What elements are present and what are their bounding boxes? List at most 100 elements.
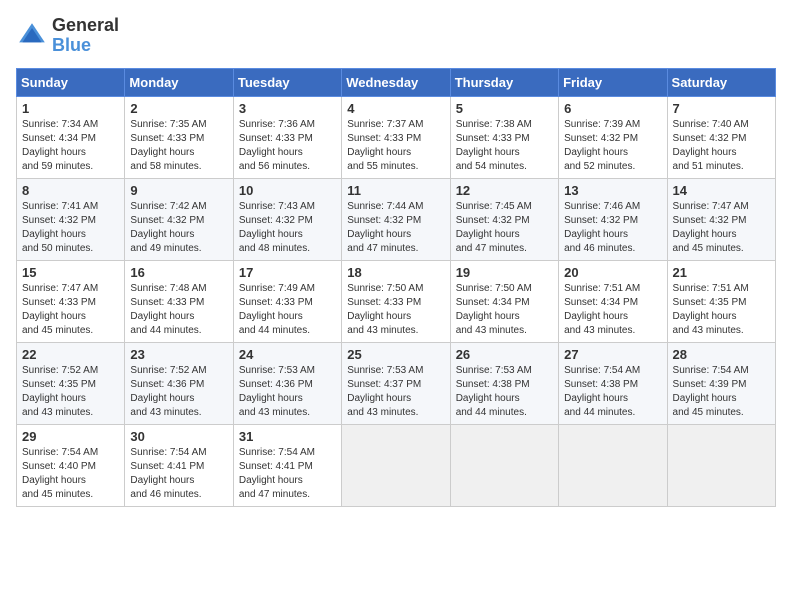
calendar-cell: 2 Sunrise: 7:35 AMSunset: 4:33 PMDayligh… [125, 96, 233, 178]
day-number: 16 [130, 265, 227, 280]
day-detail: Sunrise: 7:46 AMSunset: 4:32 PMDaylight … [564, 201, 640, 254]
calendar-cell [667, 424, 775, 506]
day-number: 3 [239, 101, 336, 116]
day-number: 21 [673, 265, 770, 280]
day-number: 1 [22, 101, 119, 116]
calendar-header-row: SundayMondayTuesdayWednesdayThursdayFrid… [17, 68, 776, 96]
day-detail: Sunrise: 7:36 AMSunset: 4:33 PMDaylight … [239, 119, 315, 172]
calendar-cell: 19 Sunrise: 7:50 AMSunset: 4:34 PMDaylig… [450, 260, 558, 342]
calendar-cell [450, 424, 558, 506]
day-number: 17 [239, 265, 336, 280]
day-number: 23 [130, 347, 227, 362]
calendar-cell: 22 Sunrise: 7:52 AMSunset: 4:35 PMDaylig… [17, 342, 125, 424]
day-number: 7 [673, 101, 770, 116]
calendar-cell: 7 Sunrise: 7:40 AMSunset: 4:32 PMDayligh… [667, 96, 775, 178]
day-number: 26 [456, 347, 553, 362]
calendar-cell: 15 Sunrise: 7:47 AMSunset: 4:33 PMDaylig… [17, 260, 125, 342]
calendar-cell: 21 Sunrise: 7:51 AMSunset: 4:35 PMDaylig… [667, 260, 775, 342]
day-detail: Sunrise: 7:47 AMSunset: 4:32 PMDaylight … [673, 201, 749, 254]
weekday-header-friday: Friday [559, 68, 667, 96]
calendar-cell: 28 Sunrise: 7:54 AMSunset: 4:39 PMDaylig… [667, 342, 775, 424]
weekday-header-wednesday: Wednesday [342, 68, 450, 96]
day-number: 24 [239, 347, 336, 362]
day-number: 19 [456, 265, 553, 280]
day-number: 28 [673, 347, 770, 362]
calendar-cell: 27 Sunrise: 7:54 AMSunset: 4:38 PMDaylig… [559, 342, 667, 424]
calendar-cell: 13 Sunrise: 7:46 AMSunset: 4:32 PMDaylig… [559, 178, 667, 260]
calendar-cell: 24 Sunrise: 7:53 AMSunset: 4:36 PMDaylig… [233, 342, 341, 424]
day-detail: Sunrise: 7:51 AMSunset: 4:34 PMDaylight … [564, 283, 640, 336]
calendar-cell: 8 Sunrise: 7:41 AMSunset: 4:32 PMDayligh… [17, 178, 125, 260]
logo-text: General Blue [52, 16, 119, 56]
calendar-week-2: 8 Sunrise: 7:41 AMSunset: 4:32 PMDayligh… [17, 178, 776, 260]
day-detail: Sunrise: 7:49 AMSunset: 4:33 PMDaylight … [239, 283, 315, 336]
day-detail: Sunrise: 7:42 AMSunset: 4:32 PMDaylight … [130, 201, 206, 254]
day-detail: Sunrise: 7:51 AMSunset: 4:35 PMDaylight … [673, 283, 749, 336]
day-detail: Sunrise: 7:53 AMSunset: 4:38 PMDaylight … [456, 365, 532, 418]
calendar-cell: 23 Sunrise: 7:52 AMSunset: 4:36 PMDaylig… [125, 342, 233, 424]
weekday-header-sunday: Sunday [17, 68, 125, 96]
day-detail: Sunrise: 7:44 AMSunset: 4:32 PMDaylight … [347, 201, 423, 254]
day-number: 10 [239, 183, 336, 198]
day-detail: Sunrise: 7:39 AMSunset: 4:32 PMDaylight … [564, 119, 640, 172]
day-detail: Sunrise: 7:54 AMSunset: 4:41 PMDaylight … [130, 447, 206, 500]
day-detail: Sunrise: 7:52 AMSunset: 4:35 PMDaylight … [22, 365, 98, 418]
day-detail: Sunrise: 7:35 AMSunset: 4:33 PMDaylight … [130, 119, 206, 172]
day-detail: Sunrise: 7:54 AMSunset: 4:38 PMDaylight … [564, 365, 640, 418]
day-number: 14 [673, 183, 770, 198]
weekday-header-saturday: Saturday [667, 68, 775, 96]
weekday-header-monday: Monday [125, 68, 233, 96]
calendar-cell: 5 Sunrise: 7:38 AMSunset: 4:33 PMDayligh… [450, 96, 558, 178]
day-detail: Sunrise: 7:38 AMSunset: 4:33 PMDaylight … [456, 119, 532, 172]
calendar-week-1: 1 Sunrise: 7:34 AMSunset: 4:34 PMDayligh… [17, 96, 776, 178]
calendar-cell: 11 Sunrise: 7:44 AMSunset: 4:32 PMDaylig… [342, 178, 450, 260]
day-number: 20 [564, 265, 661, 280]
calendar-week-4: 22 Sunrise: 7:52 AMSunset: 4:35 PMDaylig… [17, 342, 776, 424]
calendar-cell: 6 Sunrise: 7:39 AMSunset: 4:32 PMDayligh… [559, 96, 667, 178]
day-number: 27 [564, 347, 661, 362]
day-detail: Sunrise: 7:47 AMSunset: 4:33 PMDaylight … [22, 283, 98, 336]
day-number: 15 [22, 265, 119, 280]
calendar-cell: 9 Sunrise: 7:42 AMSunset: 4:32 PMDayligh… [125, 178, 233, 260]
calendar-cell: 1 Sunrise: 7:34 AMSunset: 4:34 PMDayligh… [17, 96, 125, 178]
day-detail: Sunrise: 7:50 AMSunset: 4:33 PMDaylight … [347, 283, 423, 336]
day-detail: Sunrise: 7:43 AMSunset: 4:32 PMDaylight … [239, 201, 315, 254]
calendar-cell: 10 Sunrise: 7:43 AMSunset: 4:32 PMDaylig… [233, 178, 341, 260]
day-number: 11 [347, 183, 444, 198]
day-detail: Sunrise: 7:40 AMSunset: 4:32 PMDaylight … [673, 119, 749, 172]
calendar-cell: 20 Sunrise: 7:51 AMSunset: 4:34 PMDaylig… [559, 260, 667, 342]
calendar-cell: 16 Sunrise: 7:48 AMSunset: 4:33 PMDaylig… [125, 260, 233, 342]
calendar-cell: 31 Sunrise: 7:54 AMSunset: 4:41 PMDaylig… [233, 424, 341, 506]
calendar-week-5: 29 Sunrise: 7:54 AMSunset: 4:40 PMDaylig… [17, 424, 776, 506]
day-number: 6 [564, 101, 661, 116]
day-number: 22 [22, 347, 119, 362]
calendar-cell: 12 Sunrise: 7:45 AMSunset: 4:32 PMDaylig… [450, 178, 558, 260]
day-number: 25 [347, 347, 444, 362]
calendar-cell: 14 Sunrise: 7:47 AMSunset: 4:32 PMDaylig… [667, 178, 775, 260]
calendar-body: 1 Sunrise: 7:34 AMSunset: 4:34 PMDayligh… [17, 96, 776, 506]
day-detail: Sunrise: 7:34 AMSunset: 4:34 PMDaylight … [22, 119, 98, 172]
day-number: 30 [130, 429, 227, 444]
day-number: 29 [22, 429, 119, 444]
day-detail: Sunrise: 7:54 AMSunset: 4:41 PMDaylight … [239, 447, 315, 500]
calendar-cell: 25 Sunrise: 7:53 AMSunset: 4:37 PMDaylig… [342, 342, 450, 424]
calendar-cell [559, 424, 667, 506]
calendar-cell: 17 Sunrise: 7:49 AMSunset: 4:33 PMDaylig… [233, 260, 341, 342]
day-detail: Sunrise: 7:41 AMSunset: 4:32 PMDaylight … [22, 201, 98, 254]
day-number: 5 [456, 101, 553, 116]
calendar-cell [342, 424, 450, 506]
calendar-cell: 29 Sunrise: 7:54 AMSunset: 4:40 PMDaylig… [17, 424, 125, 506]
day-detail: Sunrise: 7:52 AMSunset: 4:36 PMDaylight … [130, 365, 206, 418]
day-number: 9 [130, 183, 227, 198]
day-detail: Sunrise: 7:37 AMSunset: 4:33 PMDaylight … [347, 119, 423, 172]
day-detail: Sunrise: 7:48 AMSunset: 4:33 PMDaylight … [130, 283, 206, 336]
page-header: General Blue [16, 16, 776, 56]
calendar-cell: 3 Sunrise: 7:36 AMSunset: 4:33 PMDayligh… [233, 96, 341, 178]
calendar-cell: 30 Sunrise: 7:54 AMSunset: 4:41 PMDaylig… [125, 424, 233, 506]
logo: General Blue [16, 16, 119, 56]
day-detail: Sunrise: 7:45 AMSunset: 4:32 PMDaylight … [456, 201, 532, 254]
day-detail: Sunrise: 7:53 AMSunset: 4:36 PMDaylight … [239, 365, 315, 418]
day-detail: Sunrise: 7:54 AMSunset: 4:39 PMDaylight … [673, 365, 749, 418]
logo-icon [16, 20, 48, 52]
day-detail: Sunrise: 7:54 AMSunset: 4:40 PMDaylight … [22, 447, 98, 500]
